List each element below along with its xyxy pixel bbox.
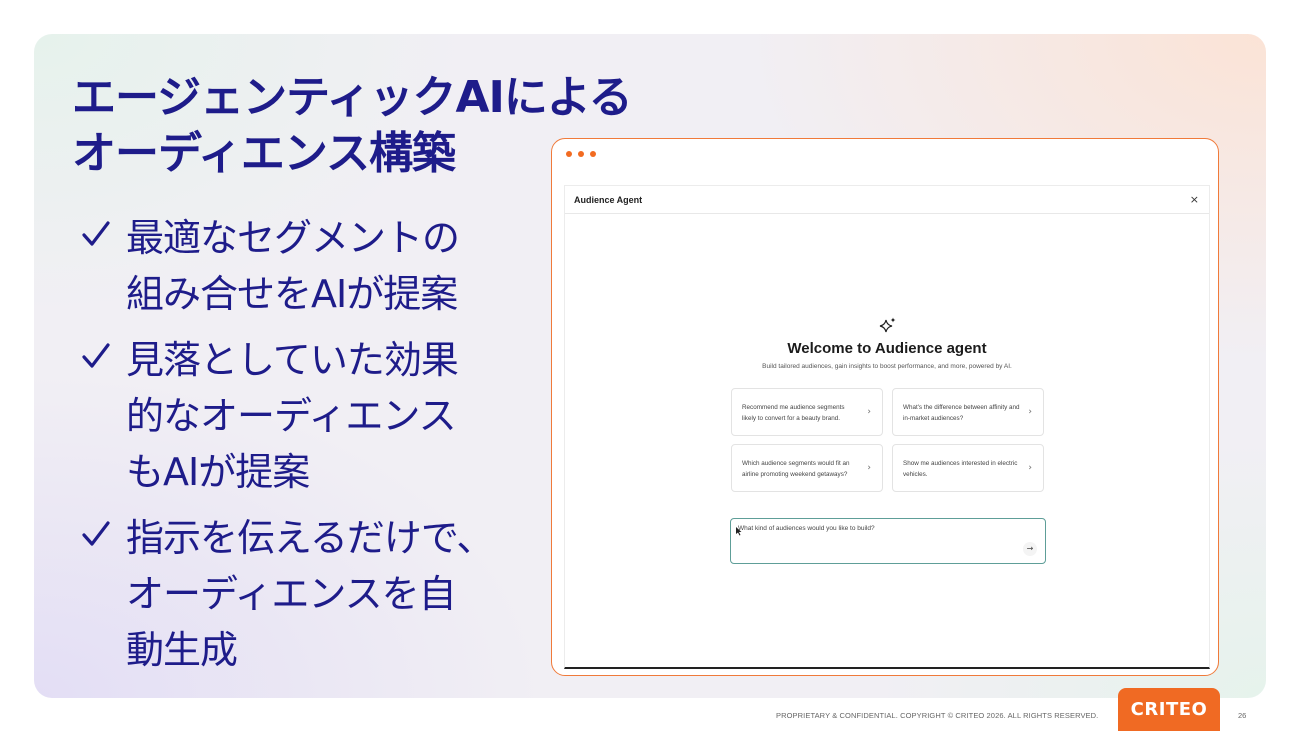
bullet-line: 最適なセグメントの bbox=[126, 216, 460, 260]
welcome-heading: Welcome to Audience agent bbox=[787, 340, 987, 357]
bullet-item: 最適なセグメントの 組み合せをAIが提案 bbox=[78, 210, 538, 322]
chevron-right-icon: › bbox=[1028, 407, 1032, 417]
title-line-1: エージェンティックAIによる bbox=[72, 72, 633, 123]
bullet-item: 見落としていた効果 的なオーディエンス もAIが提案 bbox=[78, 332, 538, 500]
prompt-input[interactable] bbox=[738, 525, 1008, 532]
suggestion-text: Show me audiences interested in electric… bbox=[903, 460, 1018, 478]
sparkle-icon bbox=[879, 317, 896, 333]
suggestion-card[interactable]: What's the difference between affinity a… bbox=[892, 388, 1044, 436]
bullet-line: オーディエンスを自 bbox=[126, 572, 457, 616]
mouse-cursor-icon bbox=[736, 527, 742, 536]
bullet-list: 最適なセグメントの 組み合せをAIが提案 見落としていた効果 的なオーディエンス… bbox=[78, 210, 538, 688]
panel-header: Audience Agent × bbox=[565, 186, 1209, 214]
page-number: 26 bbox=[1238, 711, 1247, 720]
chevron-right-icon: › bbox=[1028, 463, 1032, 473]
panel-title: Audience Agent bbox=[574, 194, 643, 205]
bullet-line: 組み合せをAIが提案 bbox=[126, 272, 458, 316]
suggestion-text: What's the difference between affinity a… bbox=[903, 404, 1020, 422]
prompt-box: → bbox=[730, 518, 1046, 564]
bullet-line: 的なオーディエンス bbox=[126, 394, 457, 438]
suggestion-card[interactable]: Recommend me audience segments likely to… bbox=[731, 388, 883, 436]
window-dot-icon[interactable] bbox=[590, 151, 596, 157]
chevron-right-icon: › bbox=[867, 463, 871, 473]
bullet-text: 最適なセグメントの 組み合せをAIが提案 bbox=[126, 210, 538, 322]
send-button[interactable]: → bbox=[1023, 542, 1037, 556]
bullet-item: 指示を伝えるだけで、 オーディエンスを自 動生成 bbox=[78, 510, 538, 678]
bullet-line: 動生成 bbox=[126, 628, 238, 672]
suggestion-card[interactable]: Show me audiences interested in electric… bbox=[892, 444, 1044, 492]
welcome-subtitle: Build tailored audiences, gain insights … bbox=[762, 363, 1012, 370]
checkmark-icon bbox=[82, 521, 110, 546]
bullet-text: 指示を伝えるだけで、 オーディエンスを自 動生成 bbox=[126, 510, 538, 678]
checkmark-icon bbox=[82, 343, 110, 368]
checkmark-icon bbox=[82, 221, 110, 246]
slide-title: エージェンティックAIによる オーディエンス構築 bbox=[72, 70, 633, 182]
close-icon[interactable]: × bbox=[1190, 193, 1199, 206]
window-controls bbox=[566, 151, 596, 157]
browser-frame: Audience Agent × Welcome to Audience age… bbox=[551, 138, 1219, 676]
window-dot-icon[interactable] bbox=[566, 151, 572, 157]
audience-agent-panel: Audience Agent × Welcome to Audience age… bbox=[564, 185, 1210, 669]
suggestion-card[interactable]: Which audience segments would fit an air… bbox=[731, 444, 883, 492]
suggestion-text: Which audience segments would fit an air… bbox=[742, 460, 850, 478]
bullet-line: 見落としていた効果 bbox=[126, 338, 459, 382]
bullet-line: 指示を伝えるだけで、 bbox=[126, 516, 494, 560]
copyright-notice: PROPRIETARY & CONFIDENTIAL. COPYRIGHT © … bbox=[776, 711, 1099, 720]
bullet-text: 見落としていた効果 的なオーディエンス もAIが提案 bbox=[126, 332, 538, 500]
chevron-right-icon: › bbox=[867, 407, 871, 417]
title-line-2: オーディエンス構築 bbox=[72, 128, 456, 179]
suggestion-text: Recommend me audience segments likely to… bbox=[742, 404, 845, 422]
window-dot-icon[interactable] bbox=[578, 151, 584, 157]
bullet-line: もAIが提案 bbox=[126, 450, 310, 494]
criteo-logo: CRITEO bbox=[1118, 688, 1220, 731]
